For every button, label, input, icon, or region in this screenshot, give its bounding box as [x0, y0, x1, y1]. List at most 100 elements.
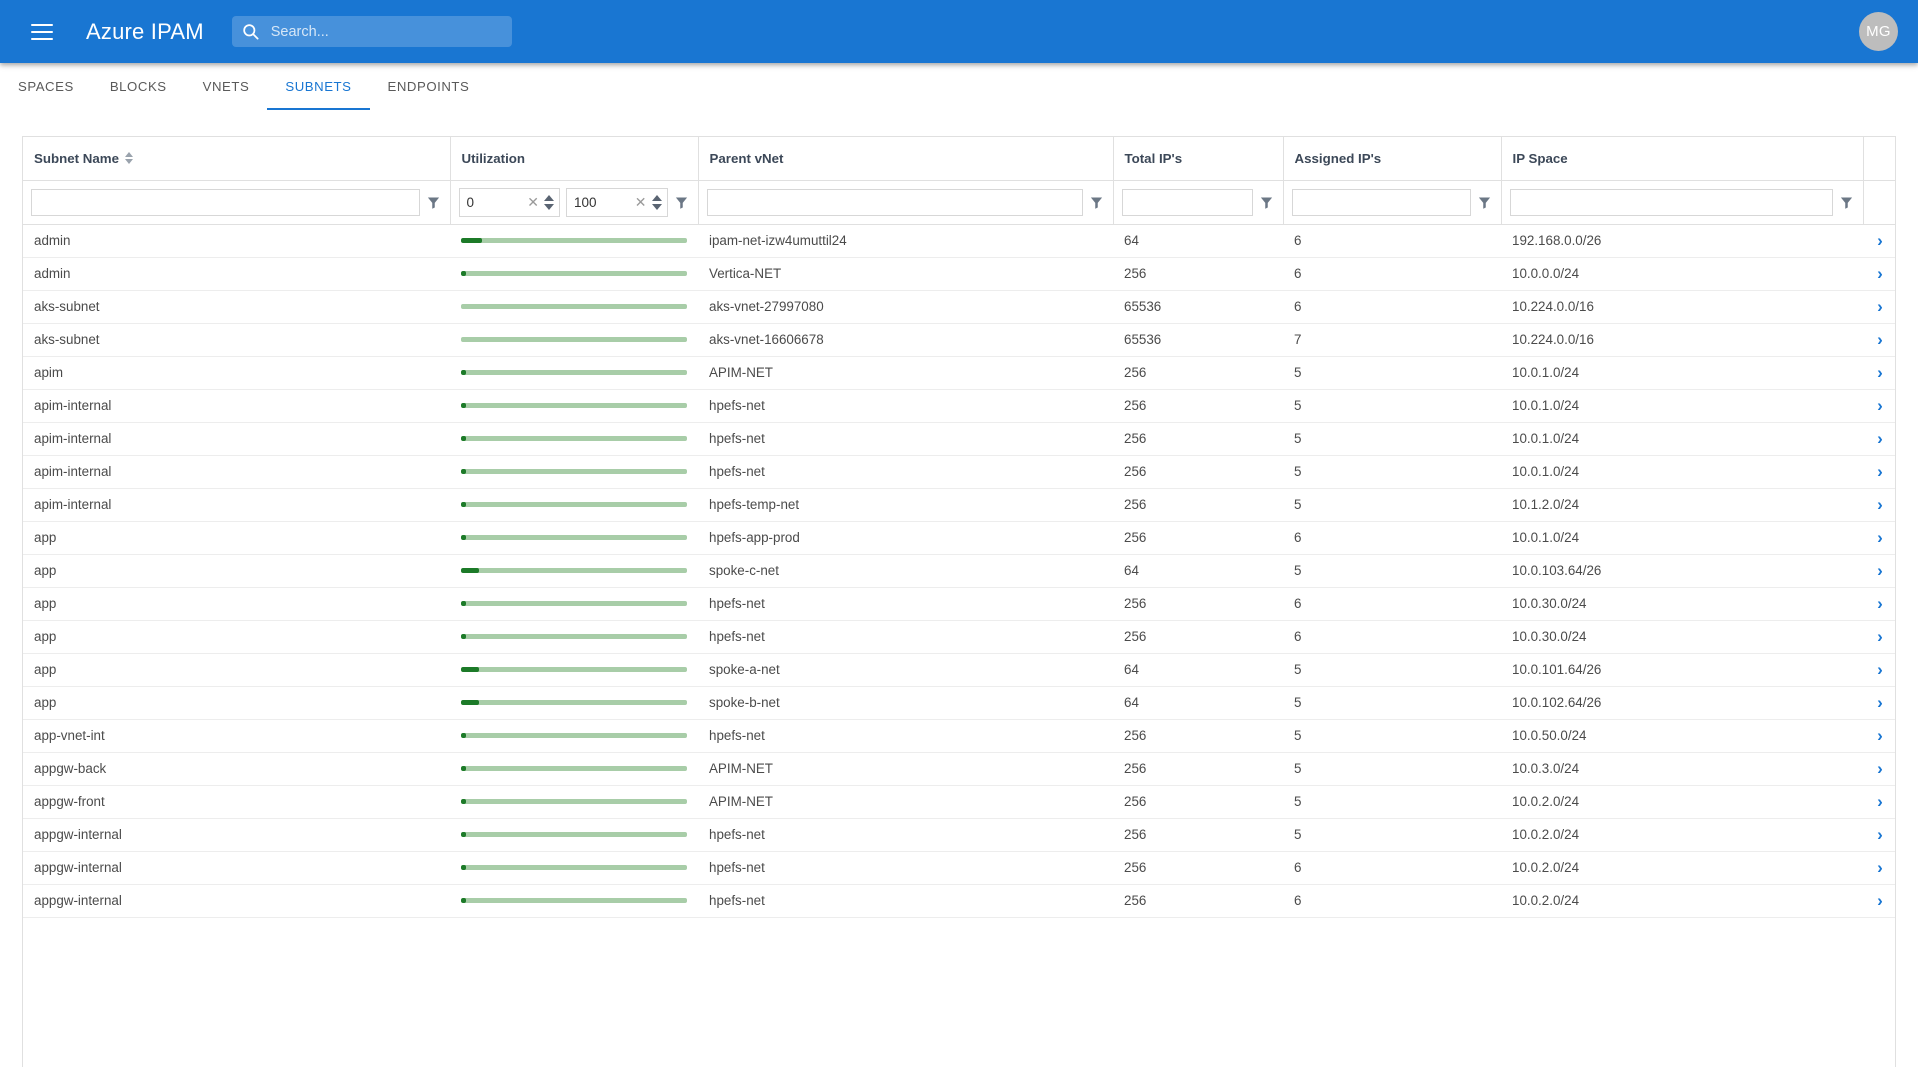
- chevron-right-icon[interactable]: ›: [1863, 331, 1895, 348]
- table-row[interactable]: app spoke-b-net 64 5 10.0.102.64/26 ›: [23, 686, 1895, 720]
- search-box[interactable]: [231, 16, 512, 47]
- cell-expand[interactable]: ›: [1863, 884, 1895, 918]
- cell-subnet-name: appgw-internal: [23, 884, 450, 918]
- cell-ip-space: 10.0.2.0/24: [1501, 851, 1863, 885]
- table-row[interactable]: apim-internal hpefs-net 256 5 10.0.1.0/24 ›: [23, 389, 1895, 423]
- chevron-right-icon[interactable]: ›: [1863, 892, 1895, 909]
- search-input[interactable]: [260, 23, 504, 40]
- cell-expand[interactable]: ›: [1863, 686, 1895, 720]
- sort-both-icon[interactable]: [124, 152, 133, 165]
- filter-utilization-min[interactable]: 0 ✕: [458, 187, 560, 217]
- filter-funnel-icon[interactable]: [1839, 194, 1855, 210]
- cell-expand[interactable]: ›: [1863, 587, 1895, 621]
- table-row[interactable]: aks-subnet aks-vnet-16606678 65536 7 10.224.…: [23, 323, 1895, 357]
- filter-input-ip-space[interactable]: [1509, 188, 1833, 216]
- filter-input-assigned-ips[interactable]: [1291, 188, 1471, 216]
- chevron-right-icon[interactable]: ›: [1863, 298, 1895, 315]
- cell-expand[interactable]: ›: [1863, 455, 1895, 489]
- filter-input-total-ips[interactable]: [1121, 188, 1253, 216]
- chevron-right-icon[interactable]: ›: [1863, 529, 1895, 546]
- table-row[interactable]: app hpefs-app-prod 256 6 10.0.1.0/24 ›: [23, 521, 1895, 555]
- chevron-right-icon[interactable]: ›: [1863, 496, 1895, 513]
- tab-vnets[interactable]: VNETS: [185, 63, 268, 110]
- cell-expand[interactable]: ›: [1863, 224, 1895, 258]
- cell-expand[interactable]: ›: [1863, 785, 1895, 819]
- table-row[interactable]: apim-internal hpefs-net 256 5 10.0.1.0/24 ›: [23, 455, 1895, 489]
- cell-expand[interactable]: ›: [1863, 554, 1895, 588]
- table-row[interactable]: appgw-internal hpefs-net 256 6 10.0.2.0/24 ›: [23, 884, 1895, 918]
- cell-ip-space: 10.0.0.0/24: [1501, 257, 1863, 291]
- filter-funnel-icon[interactable]: [674, 194, 690, 210]
- column-header-total-ips[interactable]: Total IP's: [1113, 137, 1284, 181]
- column-header-subnet-name[interactable]: Subnet Name: [23, 137, 451, 181]
- hamburger-menu-icon[interactable]: [22, 12, 62, 52]
- avatar[interactable]: MG: [1859, 12, 1898, 51]
- table-row[interactable]: app spoke-a-net 64 5 10.0.101.64/26 ›: [23, 653, 1895, 687]
- filter-utilization-max[interactable]: 100 ✕: [566, 187, 668, 217]
- column-header-parent-vnet[interactable]: Parent vNet: [698, 137, 1114, 181]
- table-row[interactable]: app hpefs-net 256 6 10.0.30.0/24 ›: [23, 587, 1895, 621]
- table-row[interactable]: admin ipam-net-izw4umuttil24 64 6 192.168.0.…: [23, 224, 1895, 258]
- cell-expand[interactable]: ›: [1863, 851, 1895, 885]
- chevron-right-icon[interactable]: ›: [1863, 595, 1895, 612]
- filter-funnel-icon[interactable]: [1477, 194, 1493, 210]
- table-row[interactable]: app hpefs-net 256 6 10.0.30.0/24 ›: [23, 620, 1895, 654]
- spinner-icon[interactable]: [544, 194, 557, 210]
- chevron-right-icon[interactable]: ›: [1863, 232, 1895, 249]
- column-header-assigned-ips[interactable]: Assigned IP's: [1283, 137, 1502, 181]
- chevron-right-icon[interactable]: ›: [1863, 265, 1895, 282]
- table-row[interactable]: app spoke-c-net 64 5 10.0.103.64/26 ›: [23, 554, 1895, 588]
- column-header-ip-space[interactable]: IP Space: [1501, 137, 1864, 181]
- table-row[interactable]: appgw-back APIM-NET 256 5 10.0.3.0/24 ›: [23, 752, 1895, 786]
- filter-funnel-icon[interactable]: [1259, 194, 1275, 210]
- chevron-right-icon[interactable]: ›: [1863, 661, 1895, 678]
- cell-assigned-ips: 5: [1283, 653, 1501, 687]
- cell-expand[interactable]: ›: [1863, 323, 1895, 357]
- chevron-right-icon[interactable]: ›: [1863, 694, 1895, 711]
- chevron-right-icon[interactable]: ›: [1863, 628, 1895, 645]
- tab-spaces[interactable]: SPACES: [0, 63, 92, 110]
- clear-icon[interactable]: ✕: [522, 194, 544, 211]
- tab-blocks[interactable]: BLOCKS: [92, 63, 185, 110]
- chevron-right-icon[interactable]: ›: [1863, 859, 1895, 876]
- cell-expand[interactable]: ›: [1863, 488, 1895, 522]
- chevron-right-icon[interactable]: ›: [1863, 562, 1895, 579]
- chevron-right-icon[interactable]: ›: [1863, 463, 1895, 480]
- cell-expand[interactable]: ›: [1863, 257, 1895, 291]
- chevron-right-icon[interactable]: ›: [1863, 826, 1895, 843]
- table-row[interactable]: app-vnet-int hpefs-net 256 5 10.0.50.0/24 ›: [23, 719, 1895, 753]
- tab-subnets[interactable]: SUBNETS: [267, 63, 370, 110]
- filter-funnel-icon[interactable]: [1089, 194, 1105, 210]
- cell-expand[interactable]: ›: [1863, 752, 1895, 786]
- cell-expand[interactable]: ›: [1863, 356, 1895, 390]
- chevron-right-icon[interactable]: ›: [1863, 760, 1895, 777]
- tab-endpoints[interactable]: ENDPOINTS: [370, 63, 488, 110]
- chevron-right-icon[interactable]: ›: [1863, 397, 1895, 414]
- cell-expand[interactable]: ›: [1863, 422, 1895, 456]
- chevron-right-icon[interactable]: ›: [1863, 364, 1895, 381]
- table-row[interactable]: admin Vertica-NET 256 6 10.0.0.0/24 ›: [23, 257, 1895, 291]
- table-row[interactable]: appgw-internal hpefs-net 256 6 10.0.2.0/24 ›: [23, 851, 1895, 885]
- filter-input-subnet-name[interactable]: [31, 188, 420, 216]
- table-row[interactable]: apim-internal hpefs-net 256 5 10.0.1.0/24 ›: [23, 422, 1895, 456]
- spinner-icon[interactable]: [651, 194, 665, 210]
- cell-expand[interactable]: ›: [1863, 389, 1895, 423]
- table-row[interactable]: appgw-front APIM-NET 256 5 10.0.2.0/24 ›: [23, 785, 1895, 819]
- filter-funnel-icon[interactable]: [426, 194, 442, 210]
- filter-input-parent-vnet[interactable]: [706, 188, 1083, 216]
- chevron-right-icon[interactable]: ›: [1863, 793, 1895, 810]
- chevron-right-icon[interactable]: ›: [1863, 430, 1895, 447]
- clear-icon[interactable]: ✕: [630, 194, 652, 211]
- chevron-right-icon[interactable]: ›: [1863, 727, 1895, 744]
- cell-expand[interactable]: ›: [1863, 521, 1895, 555]
- cell-expand[interactable]: ›: [1863, 620, 1895, 654]
- table-row[interactable]: aks-subnet aks-vnet-27997080 65536 6 10.224.…: [23, 290, 1895, 324]
- cell-expand[interactable]: ›: [1863, 719, 1895, 753]
- cell-expand[interactable]: ›: [1863, 818, 1895, 852]
- cell-expand[interactable]: ›: [1863, 653, 1895, 687]
- table-row[interactable]: apim APIM-NET 256 5 10.0.1.0/24 ›: [23, 356, 1895, 390]
- table-row[interactable]: apim-internal hpefs-temp-net 256 5 10.1.2.0/…: [23, 488, 1895, 522]
- cell-expand[interactable]: ›: [1863, 290, 1895, 324]
- table-row[interactable]: appgw-internal hpefs-net 256 5 10.0.2.0/24 ›: [23, 818, 1895, 852]
- column-header-utilization[interactable]: Utilization: [450, 137, 699, 181]
